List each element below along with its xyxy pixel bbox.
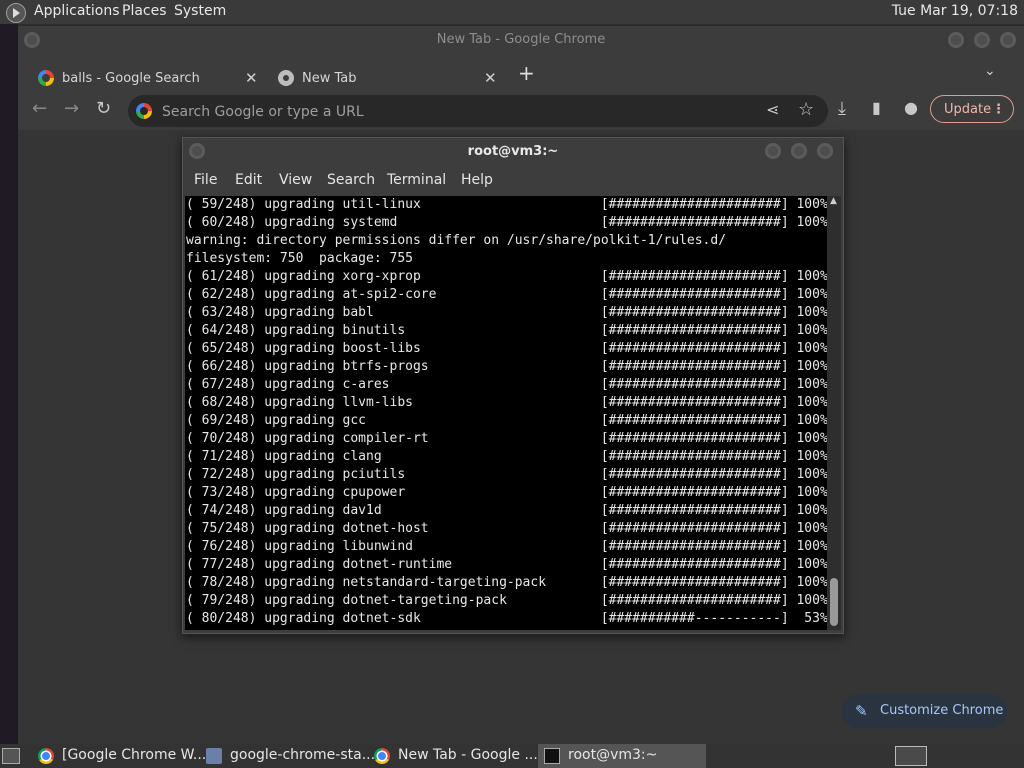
terminal-line: warning: directory permissions differ on… [186,233,727,248]
profile-avatar-icon[interactable]: ● [904,98,918,117]
terminal-line: ( 78/248) upgrading netstandard-targetin… [186,575,827,590]
terminal-screen[interactable]: ( 59/248) upgrading util-linux [########… [185,196,827,630]
task-label: [Google Chrome W... [62,747,207,763]
task-label: google-chrome-sta... [230,747,376,763]
terminal-output: ( 59/248) upgrading util-linux [########… [185,196,827,628]
task-google-chrome-window[interactable]: [Google Chrome W... [32,744,206,768]
terminal-line: ( 79/248) upgrading dotnet-targeting-pac… [186,593,827,608]
workspace-switcher[interactable] [895,746,927,766]
share-icon[interactable]: ⋖ [766,100,779,119]
menu-places[interactable]: Places [122,3,167,19]
pencil-icon: ✎ [855,702,868,720]
customize-chrome-label: Customize Chrome [880,703,1004,718]
menu-view[interactable]: View [279,172,312,188]
terminal-line: ( 67/248) upgrading c-ares [############… [186,377,827,392]
show-desktop-icon[interactable] [2,748,20,764]
menu-system[interactable]: System [174,3,226,19]
menu-applications[interactable]: Applications [34,3,120,19]
tab-close-icon[interactable]: ✕ [484,69,497,87]
close-window-icon[interactable] [1000,32,1016,48]
terminal-line: ( 62/248) upgrading at-spi2-core [######… [186,287,827,302]
close-window-icon[interactable] [817,143,833,159]
maximize-icon[interactable] [791,143,807,159]
top-panel: Applications Places System Tue Mar 19, 0… [0,0,1024,24]
desktop-left-strip [0,24,18,744]
tab-balls-google-search[interactable]: balls - Google Search ✕ [38,62,264,94]
menu-search[interactable]: Search [327,172,375,188]
panel-clock[interactable]: Tue Mar 19, 07:18 [892,3,1018,19]
customize-chrome-button[interactable]: ✎ Customize Chrome [841,694,1007,728]
scroll-up-arrow-icon[interactable]: ▲ [830,196,837,206]
terminal-line: ( 77/248) upgrading dotnet-runtime [####… [186,557,827,572]
omnibox-input[interactable] [160,102,784,122]
terminal-line: ( 68/248) upgrading llvm-libs [#########… [186,395,827,410]
terminal-line: ( 72/248) upgrading pciutils [##########… [186,467,827,482]
chrome-icon [38,748,54,764]
menu-terminal[interactable]: Terminal [387,172,446,188]
chrome-icon [374,748,390,764]
chrome-menu-icon[interactable]: ⋮ [992,96,1005,124]
terminal-line: filesystem: 750 package: 755 [186,251,413,266]
side-panel-icon[interactable]: ▮ [872,98,881,117]
terminal-window: root@vm3:~ File Edit View Search Termina… [182,137,844,634]
terminal-line: ( 64/248) upgrading binutils [##########… [186,323,827,338]
distro-logo-icon[interactable] [6,3,26,23]
terminal-line: ( 73/248) upgrading cpupower [##########… [186,485,827,500]
terminal-line: ( 75/248) upgrading dotnet-host [#######… [186,521,827,536]
terminal-line: ( 70/248) upgrading compiler-rt [#######… [186,431,827,446]
minimize-icon[interactable] [765,143,781,159]
terminal-icon [544,748,560,764]
terminal-line: ( 69/248) upgrading gcc [###############… [186,413,827,428]
chrome-toolbar: ← → ↻ ⋖ ☆ ⤓ ▮ ● Update ⋮ [18,92,1024,128]
reload-icon[interactable]: ↻ [96,98,111,119]
terminal-line: ( 63/248) upgrading babl [##############… [186,305,827,320]
terminal-line: ( 60/248) upgrading systemd [###########… [186,215,827,230]
forward-arrow-icon[interactable]: → [64,98,79,119]
maximize-icon[interactable] [974,32,990,48]
terminal-scrollbar[interactable]: ▲ [827,196,841,630]
terminal-line: ( 65/248) upgrading boost-libs [########… [186,341,827,356]
task-google-chrome-installer[interactable]: google-chrome-sta... [200,744,375,768]
minimize-icon[interactable] [948,32,964,48]
terminal-line: ( 66/248) upgrading btrfs-progs [#######… [186,359,827,374]
terminal-menubar: File Edit View Search Terminal Help [183,170,843,194]
terminal-line: ( 59/248) upgrading util-linux [########… [186,197,827,212]
google-icon [38,70,54,86]
tab-search-chevron-icon[interactable]: ⌄ [984,63,996,79]
tab-label: balls - Google Search [62,71,200,86]
terminal-line: ( 76/248) upgrading libunwind [#########… [186,539,827,554]
chrome-icon [278,70,294,86]
window-menu-icon[interactable] [24,32,40,48]
new-tab-button[interactable]: + [518,61,535,85]
omnibox[interactable]: ⋖ ☆ [128,95,828,127]
terminal-line: ( 71/248) upgrading clang [#############… [186,449,827,464]
download-icon[interactable]: ⤓ [838,98,846,119]
taskbar: [Google Chrome W... google-chrome-sta...… [0,744,1024,768]
terminal-line: ( 74/248) upgrading dav1d [#############… [186,503,827,518]
tab-label: New Tab [302,71,357,86]
task-label: root@vm3:~ [568,747,658,763]
tab-close-icon[interactable]: ✕ [245,69,258,87]
tab-new-tab[interactable]: New Tab ✕ [278,62,498,94]
bookmark-star-icon[interactable]: ☆ [798,99,814,120]
scrollbar-thumb[interactable] [830,578,838,626]
menu-file[interactable]: File [194,172,217,188]
terminal-title: root@vm3:~ [467,144,559,159]
task-terminal[interactable]: root@vm3:~ [538,744,706,768]
menu-edit[interactable]: Edit [235,172,262,188]
update-button-label: Update [944,102,992,117]
installer-icon [206,748,222,764]
task-new-tab-chrome[interactable]: New Tab - Google ... [368,744,538,768]
menu-help[interactable]: Help [461,172,493,188]
update-button[interactable]: Update ⋮ [930,95,1014,123]
terminal-line: ( 80/248) upgrading dotnet-sdk [########… [186,611,827,626]
back-arrow-icon[interactable]: ← [32,98,47,119]
google-icon [136,103,152,119]
chrome-window-title: New Tab - Google Chrome [436,32,606,47]
task-label: New Tab - Google ... [398,747,538,763]
terminal-line: ( 61/248) upgrading xorg-xprop [########… [186,269,827,284]
